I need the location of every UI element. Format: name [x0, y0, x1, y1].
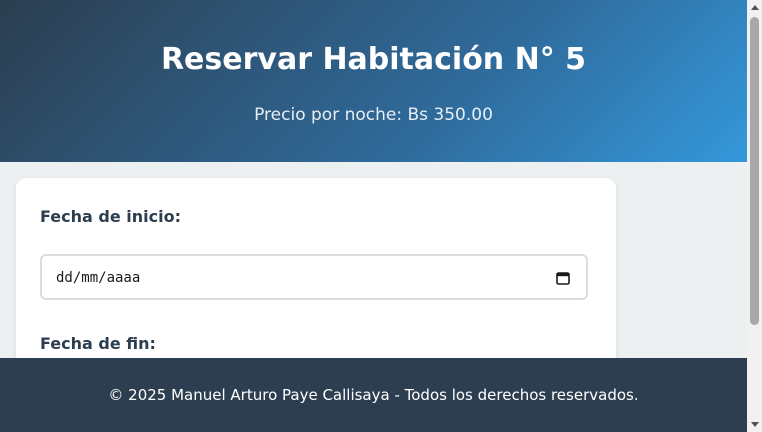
start-date-label: Fecha de inicio: — [40, 207, 181, 226]
start-date-placeholder: dd/mm/aaaa — [56, 270, 141, 286]
page-title: Reservar Habitación N° 5 — [160, 42, 587, 77]
price-per-night: Precio por noche: Bs 350.00 — [254, 105, 493, 125]
page-header: Reservar Habitación N° 5 Precio por noch… — [0, 0, 747, 162]
calendar-icon[interactable] — [556, 271, 570, 285]
end-date-label: Fecha de fin: — [40, 334, 156, 353]
start-date-input[interactable]: dd/mm/aaaa — [40, 254, 588, 300]
scroll-down-arrow-icon[interactable] — [747, 417, 762, 432]
scrollbar-thumb[interactable] — [750, 17, 759, 325]
page-footer: © 2025 Manuel Arturo Paye Callisaya - To… — [0, 358, 747, 432]
vertical-scrollbar[interactable] — [747, 0, 762, 432]
copyright-text: © 2025 Manuel Arturo Paye Callisaya - To… — [108, 386, 639, 404]
page-viewport: Reservar Habitación N° 5 Precio por noch… — [0, 0, 747, 432]
scroll-up-arrow-icon[interactable] — [747, 0, 762, 15]
